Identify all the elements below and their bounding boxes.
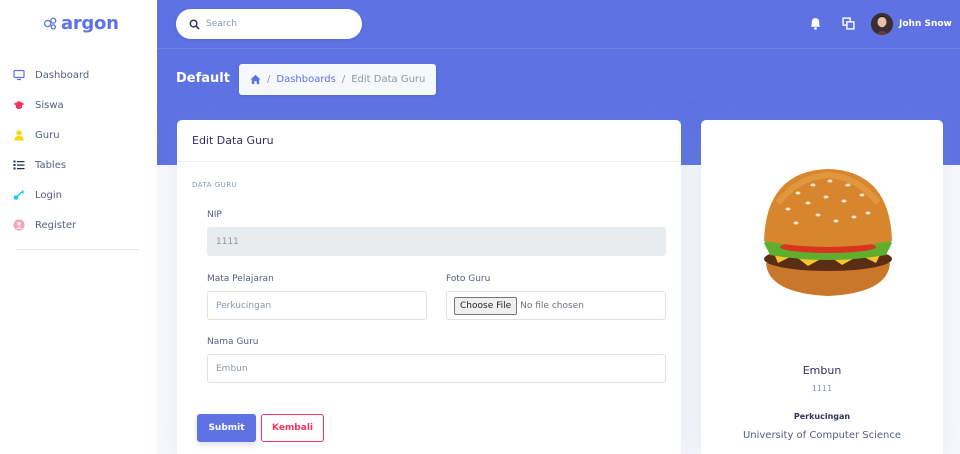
sidebar-item-label: Tables [35,159,67,171]
mapel-label: Mata Pelajaran [207,274,274,284]
breadcrumb-current: Edit Data Guru [351,74,426,85]
brand-name: argon [61,13,119,34]
search-icon [189,19,200,30]
profile-school: University of Computer Science [742,430,902,441]
section-heading: DATA GURU [192,181,238,189]
profile-name: Embun [802,364,842,377]
user-menu[interactable]: John Snow [871,13,952,35]
nama-input[interactable] [208,355,665,382]
copy-windows-icon[interactable] [842,17,855,30]
graduation-cap-icon [13,99,25,111]
foto-file-field[interactable]: Choose File No file chosen [446,291,666,320]
mapel-input[interactable] [208,292,426,319]
sidebar-item-label: Register [35,219,77,231]
argon-logo-icon [43,17,57,30]
burger-image [764,169,892,296]
breadcrumb: / Dashboards / Edit Data Guru [239,64,437,95]
edit-guru-card: Edit Data Guru DATA GURU NIP Mata Pelaja… [177,120,681,454]
profile-subject: Perkucingan [793,412,851,421]
sidebar-item-login[interactable]: Login [0,180,157,210]
key-icon [13,189,25,201]
profile-nip: 1111 [811,384,833,393]
user-circle-icon [13,219,25,231]
user-name: John Snow [899,19,952,29]
sidebar-item-label: Guru [35,129,60,141]
header-divider [157,48,960,49]
nama-label: Nama Guru [207,337,259,347]
card-header: Edit Data Guru [177,120,681,162]
search-box[interactable] [176,9,362,39]
nama-field[interactable] [207,354,666,383]
sidebar-item-label: Dashboard [35,69,90,81]
sidebar-nav: Dashboard Siswa Guru Tables Login Regist… [0,60,157,240]
foto-label: Foto Guru [446,274,491,284]
nip-input [208,228,665,255]
monitor-icon [13,69,25,81]
home-icon[interactable] [250,74,261,85]
nip-label: NIP [207,210,222,220]
sidebar-item-dashboard[interactable]: Dashboard [0,60,157,90]
header-actions [809,17,855,30]
sidebar-item-register[interactable]: Register [0,210,157,240]
submit-button[interactable]: Submit [197,414,256,442]
bell-icon[interactable] [809,17,822,30]
sidebar-item-siswa[interactable]: Siswa [0,90,157,120]
mapel-field[interactable] [207,291,427,320]
nip-field [207,227,666,256]
breadcrumb-separator: / [267,74,271,85]
card-title: Edit Data Guru [192,134,274,147]
sidebar-item-guru[interactable]: Guru [0,120,157,150]
user-icon [13,129,25,141]
sidebar-divider [16,249,140,250]
brand-logo[interactable]: argon [43,13,119,34]
sidebar-item-label: Siswa [35,99,64,111]
file-status: No file chosen [520,300,584,311]
choose-file-button[interactable]: Choose File [454,296,518,315]
profile-card: Embun 1111 Perkucingan University of Com… [701,120,943,454]
avatar [871,13,893,35]
sidebar-item-label: Login [35,189,62,201]
page-title: Default [176,71,230,86]
search-input[interactable] [206,19,346,29]
sidebar-item-tables[interactable]: Tables [0,150,157,180]
sidebar: argon Dashboard Siswa Guru Tables Login … [0,0,157,454]
bullet-list-icon [13,159,25,171]
breadcrumb-separator: / [341,74,346,85]
kembali-button[interactable]: Kembali [261,414,324,442]
breadcrumb-link-dashboards[interactable]: Dashboards [276,74,335,85]
